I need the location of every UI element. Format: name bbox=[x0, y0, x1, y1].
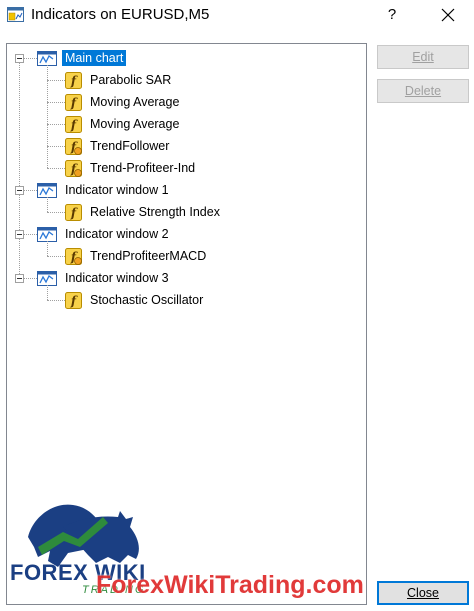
chart-window-icon bbox=[37, 226, 57, 242]
chart-window-icon bbox=[37, 270, 57, 286]
edit-button[interactable]: Edit bbox=[377, 45, 469, 69]
tree-connector bbox=[47, 212, 65, 213]
tree-connector bbox=[24, 190, 37, 191]
tree-item-indicator[interactable]: f Relative Strength Index bbox=[65, 202, 223, 222]
tree-connector bbox=[47, 197, 48, 212]
window-title: Indicators on EURUSD,M5 bbox=[31, 6, 210, 23]
window-close-button[interactable] bbox=[430, 0, 466, 30]
tree-item-label: Relative Strength Index bbox=[90, 205, 220, 219]
tree-connector bbox=[47, 285, 48, 300]
close-icon bbox=[441, 8, 455, 22]
builtin-indicator-icon: f bbox=[65, 291, 82, 309]
tree-connector bbox=[24, 234, 37, 235]
tree-item-label: Stochastic Oscillator bbox=[90, 293, 204, 307]
collapse-toggle[interactable] bbox=[15, 230, 24, 239]
help-button[interactable]: ? bbox=[378, 0, 406, 30]
close-button-label: Close bbox=[407, 586, 439, 600]
tree-group-indicator-window-3[interactable]: Indicator window 3 bbox=[37, 268, 172, 288]
builtin-indicator-icon: f bbox=[65, 115, 82, 133]
tree-connector bbox=[19, 63, 20, 274]
builtin-indicator-icon: f bbox=[65, 71, 82, 89]
edit-button-label: Edit bbox=[412, 50, 434, 64]
tree-connector bbox=[47, 124, 65, 125]
collapse-toggle[interactable] bbox=[15, 274, 24, 283]
tree-connector bbox=[47, 241, 48, 256]
title-bar: Indicators on EURUSD,M5 ? bbox=[0, 0, 474, 30]
tree-connector bbox=[24, 58, 37, 59]
tree-item-label: Moving Average bbox=[90, 117, 180, 131]
tree-connector bbox=[47, 102, 65, 103]
tree-item-indicator[interactable]: f Stochastic Oscillator bbox=[65, 290, 206, 310]
builtin-indicator-icon: f bbox=[65, 93, 82, 111]
tree-item-label: Parabolic SAR bbox=[90, 73, 172, 87]
delete-button-label: Delete bbox=[404, 84, 442, 98]
tree-group-label: Indicator window 2 bbox=[65, 227, 169, 241]
watermark-site-text: ForexWikiTrading.com bbox=[96, 571, 364, 599]
tree-group-main-chart[interactable]: Main chart bbox=[37, 48, 127, 68]
tree-connector bbox=[47, 80, 65, 81]
tree-group-label: Indicator window 1 bbox=[65, 183, 169, 197]
tree-group-indicator-window-2[interactable]: Indicator window 2 bbox=[37, 224, 172, 244]
tree-connector bbox=[47, 168, 65, 169]
tree-connector bbox=[47, 65, 48, 168]
custom-indicator-icon: f bbox=[65, 137, 82, 155]
tree-item-label: Moving Average bbox=[90, 95, 180, 109]
collapse-toggle[interactable] bbox=[15, 54, 24, 63]
delete-button[interactable]: Delete bbox=[377, 79, 469, 103]
tree-item-indicator[interactable]: f TrendProfiteerMACD bbox=[65, 246, 209, 266]
tree-item-indicator[interactable]: f Moving Average bbox=[65, 92, 182, 112]
indicators-app-icon bbox=[7, 7, 24, 22]
tree-item-indicator[interactable]: f Parabolic SAR bbox=[65, 70, 174, 90]
collapse-toggle[interactable] bbox=[15, 186, 24, 195]
custom-indicator-icon: f bbox=[65, 159, 82, 177]
builtin-indicator-icon: f bbox=[65, 203, 82, 221]
tree-item-label: Trend-Profiteer-Ind bbox=[90, 161, 196, 175]
chart-window-icon bbox=[37, 50, 57, 66]
tree-connector bbox=[47, 146, 65, 147]
close-button[interactable]: Close bbox=[377, 581, 469, 605]
tree-group-label: Indicator window 3 bbox=[65, 271, 169, 285]
tree-group-indicator-window-1[interactable]: Indicator window 1 bbox=[37, 180, 172, 200]
tree-item-indicator[interactable]: f TrendFollower bbox=[65, 136, 172, 156]
tree-item-label: TrendFollower bbox=[90, 139, 170, 153]
chart-window-icon bbox=[37, 182, 57, 198]
tree-group-label: Main chart bbox=[62, 50, 127, 66]
tree-item-label: TrendProfiteerMACD bbox=[90, 249, 207, 263]
tree-item-indicator[interactable]: f Moving Average bbox=[65, 114, 182, 134]
tree-item-indicator[interactable]: f Trend-Profiteer-Ind bbox=[65, 158, 198, 178]
tree-connector bbox=[47, 300, 65, 301]
tree-connector bbox=[24, 278, 37, 279]
tree-connector bbox=[47, 256, 65, 257]
custom-indicator-icon: f bbox=[65, 247, 82, 265]
